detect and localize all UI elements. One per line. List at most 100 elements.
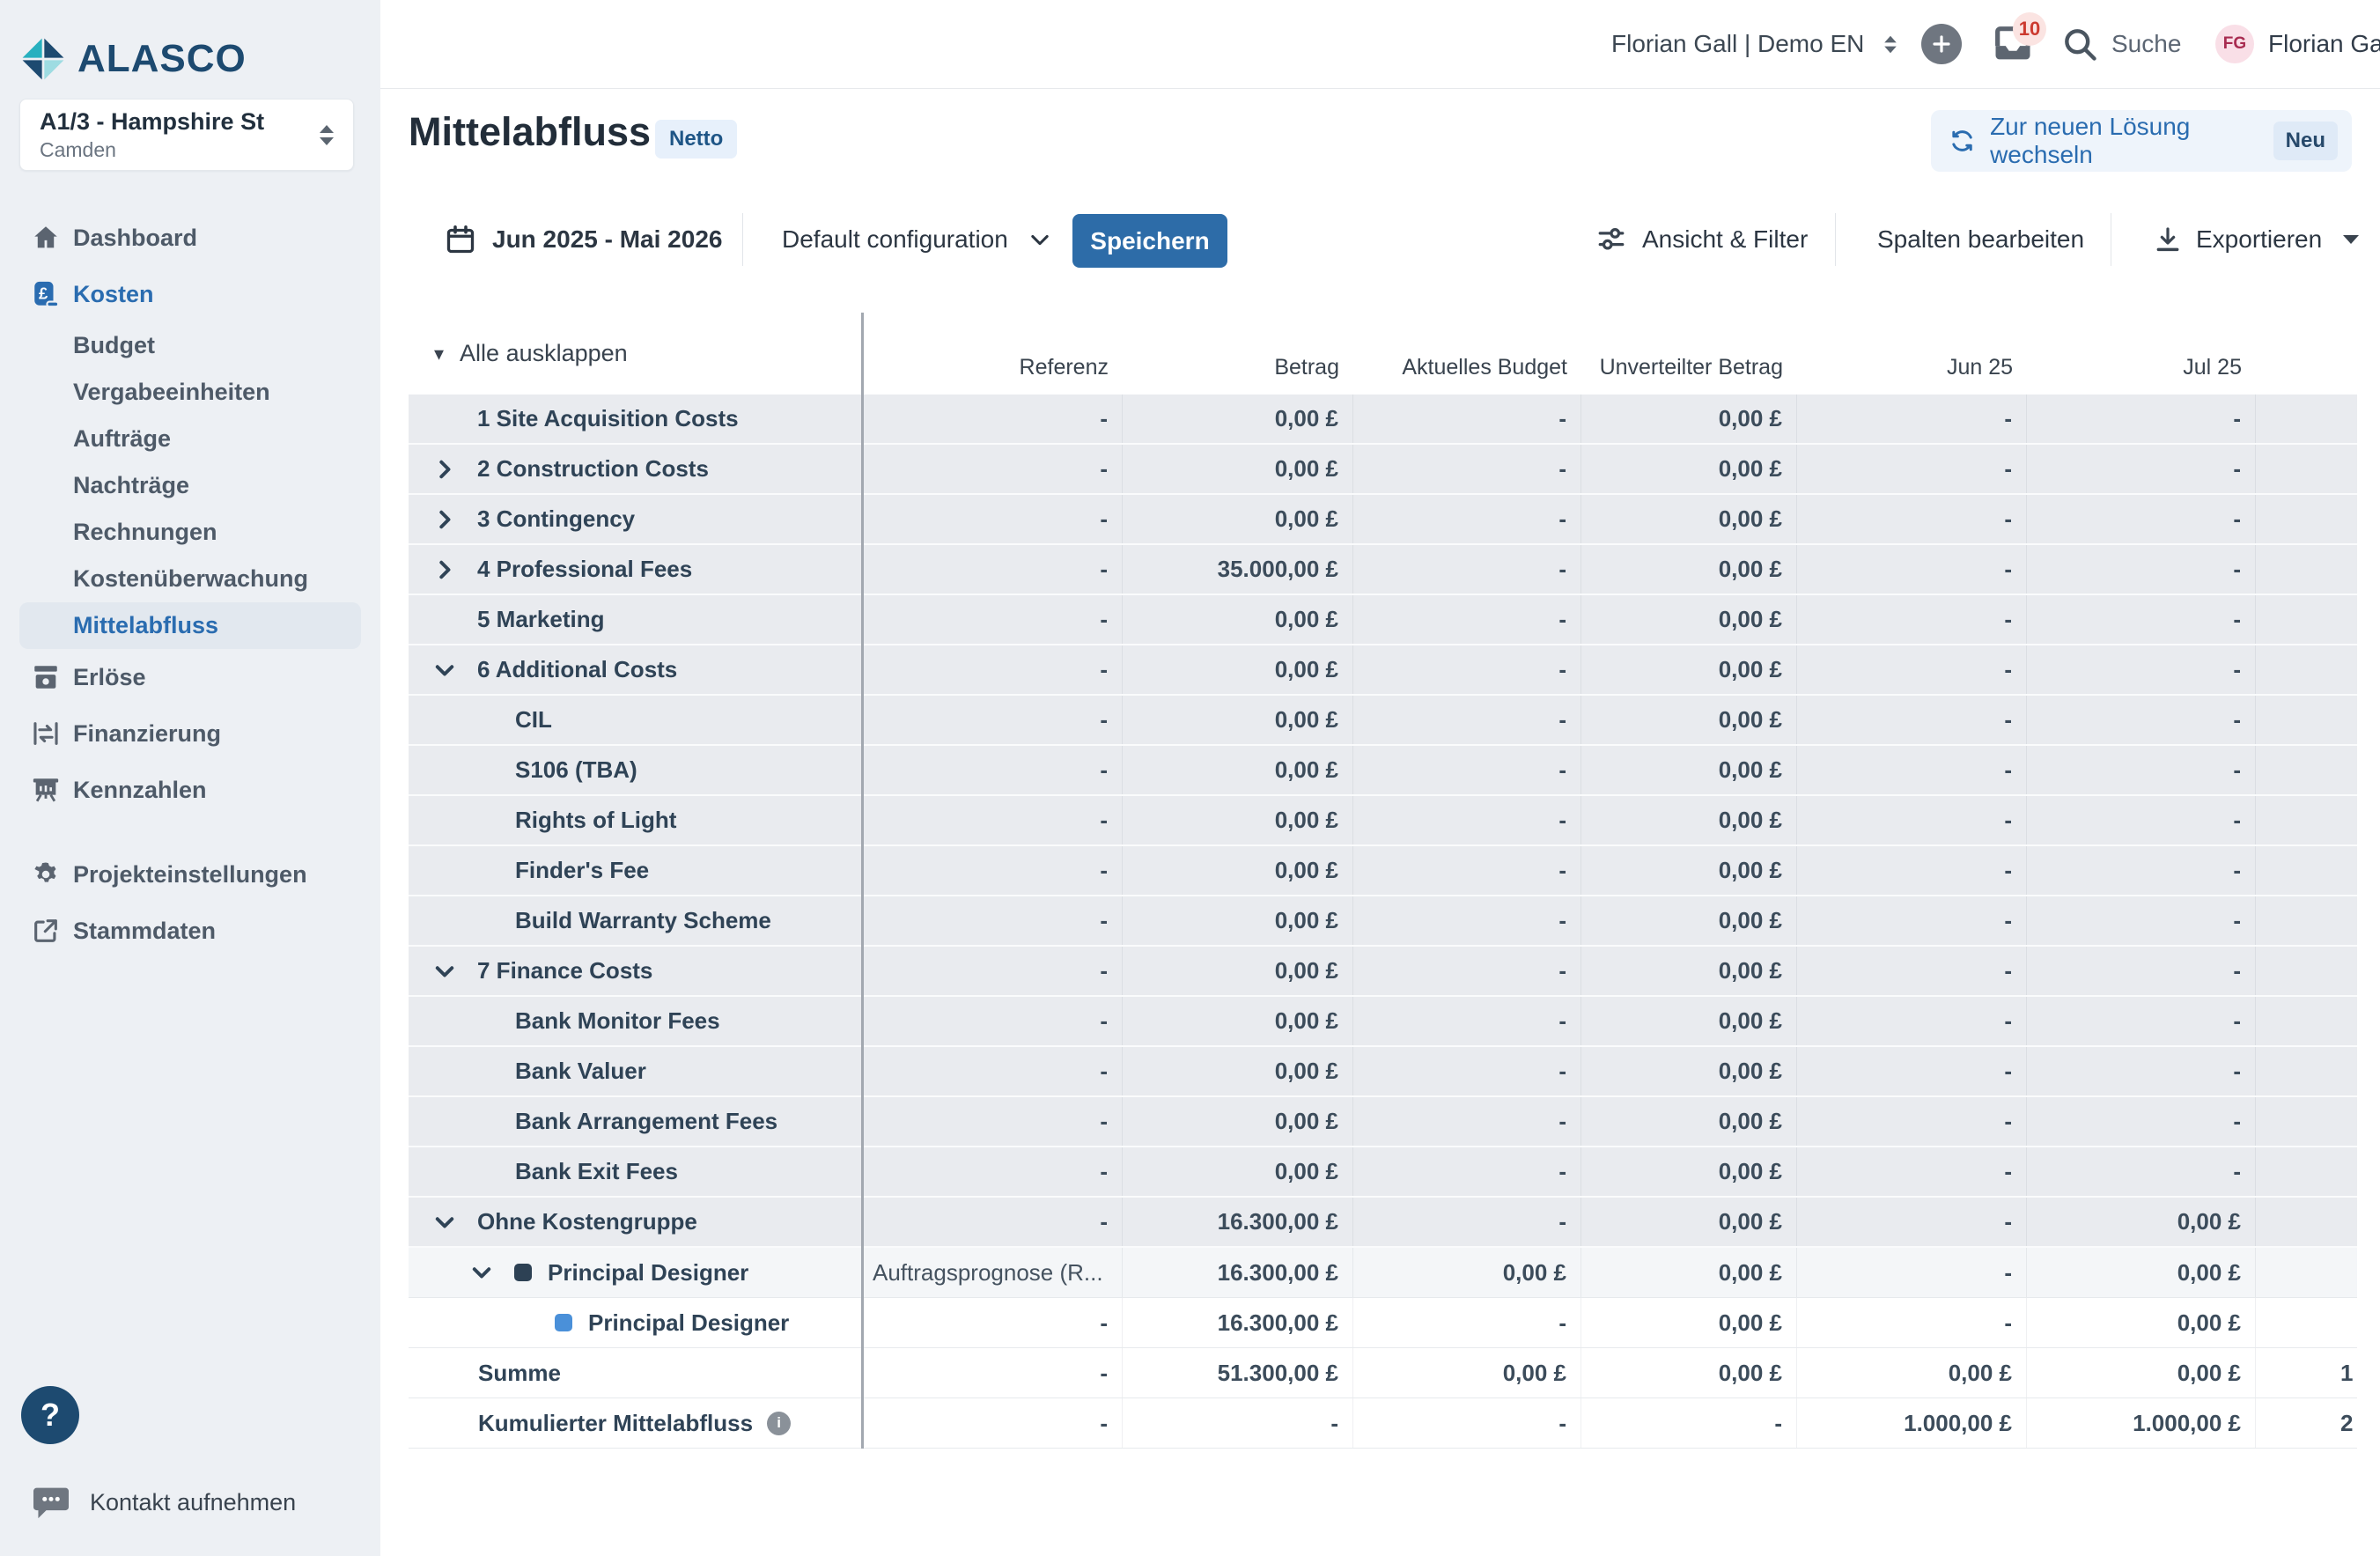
sliders-icon — [1596, 225, 1626, 254]
row-label: Build Warranty Scheme — [515, 907, 771, 934]
cell-partial — [2256, 896, 2357, 945]
configuration-label: Default configuration — [782, 225, 1008, 254]
column-header-betrag[interactable]: Betrag — [1123, 313, 1353, 395]
user-menu[interactable]: FG Florian Gall — [2215, 0, 2380, 88]
sidebar-item-kosten-berwachung[interactable]: Kostenüberwachung — [0, 556, 380, 602]
sidebar-item-label: Stammdaten — [73, 918, 216, 945]
table-row-bank-monitor-fees[interactable]: Bank Monitor Fees-0,00 £-0,00 £-- — [409, 997, 2357, 1047]
table-row-ohne-kostengruppe[interactable]: Ohne Kostengruppe-16.300,00 £-0,00 £-0,0… — [409, 1198, 2357, 1248]
table-row-kumulierter-mittelabfluss[interactable]: Kumulierter Mittelabflussi----1.000,00 £… — [409, 1398, 2357, 1449]
table-row-rights-of-light[interactable]: Rights of Light-0,00 £-0,00 £-- — [409, 796, 2357, 846]
sidebar-item-auftr-ge[interactable]: Aufträge — [0, 416, 380, 462]
switch-solution-link[interactable]: Zur neuen Lösung wechseln Neu — [1931, 110, 2352, 172]
column-header-jun-25[interactable]: Jun 25 — [1797, 313, 2027, 395]
sidebar-item-stammdaten[interactable]: Stammdaten — [0, 903, 380, 959]
sidebar-item-label: Erlöse — [73, 664, 146, 691]
help-button[interactable]: ? — [21, 1386, 79, 1444]
chevron-right-icon[interactable] — [434, 559, 455, 580]
table-row-7-finance-costs[interactable]: 7 Finance Costs-0,00 £-0,00 £-- — [409, 947, 2357, 997]
create-button[interactable] — [1921, 0, 1962, 88]
cell-referenz: - — [861, 545, 1123, 594]
sidebar-item-kosten[interactable]: £Kosten — [0, 266, 380, 322]
cell-referenz: - — [861, 1097, 1123, 1146]
table-row-1-site-acquisition-costs[interactable]: 1 Site Acquisition Costs-0,00 £-0,00 £-- — [409, 395, 2357, 445]
cell-partial: 1 — [2256, 1348, 2357, 1397]
row-label: Summe — [478, 1360, 561, 1387]
edit-columns-button[interactable]: Spalten bearbeiten — [1877, 211, 2084, 268]
column-header-jul-25[interactable]: Jul 25 — [2027, 313, 2256, 395]
sidebar-item-budget[interactable]: Budget — [0, 322, 380, 369]
cell-jun-25: - — [1797, 1097, 2027, 1146]
contact-button[interactable]: Kontakt aufnehmen — [32, 1485, 296, 1520]
table-row-principal-designer[interactable]: Principal Designer-16.300,00 £-0,00 £-0,… — [409, 1298, 2357, 1348]
cell-unverteilter-betrag: 0,00 £ — [1581, 1097, 1797, 1146]
export-button[interactable]: Exportieren — [2154, 211, 2359, 268]
table-row-finder-s-fee[interactable]: Finder's Fee-0,00 £-0,00 £-- — [409, 846, 2357, 896]
chevron-down-icon[interactable] — [471, 1262, 492, 1283]
table-row-bank-valuer[interactable]: Bank Valuer-0,00 £-0,00 £-- — [409, 1047, 2357, 1097]
search-button[interactable]: Suche — [2060, 0, 2181, 88]
cell-referenz: - — [861, 947, 1123, 995]
sidebar-item-kennzahlen[interactable]: Kennzahlen — [0, 762, 380, 818]
table-row-4-professional-fees[interactable]: 4 Professional Fees-35.000,00 £-0,00 £-- — [409, 545, 2357, 595]
row-label: Finder's Fee — [515, 857, 649, 884]
chevron-down-icon — [2343, 235, 2359, 244]
chevron-down-icon[interactable] — [434, 961, 455, 982]
table-row-5-marketing[interactable]: 5 Marketing-0,00 £-0,00 £-- — [409, 595, 2357, 645]
chevron-right-icon[interactable] — [434, 459, 455, 480]
cell-partial: 2 — [2256, 1398, 2357, 1448]
column-header-aktuelles-budget[interactable]: Aktuelles Budget — [1353, 313, 1581, 395]
info-icon[interactable]: i — [767, 1412, 791, 1435]
cell-aktuelles-budget: - — [1353, 1047, 1581, 1095]
sidebar-item-label: Rechnungen — [73, 519, 217, 546]
table-row-3-contingency[interactable]: 3 Contingency-0,00 £-0,00 £-- — [409, 495, 2357, 545]
column-header-referenz[interactable]: Referenz — [861, 313, 1123, 395]
chevron-down-icon[interactable] — [434, 1212, 455, 1233]
cell-unverteilter-betrag: 0,00 £ — [1581, 445, 1797, 493]
sidebar-item-rechnungen[interactable]: Rechnungen — [0, 509, 380, 556]
row-tree-cell: 3 Contingency — [409, 495, 861, 543]
table-row-s106-tba[interactable]: S106 (TBA)-0,00 £-0,00 £-- — [409, 746, 2357, 796]
column-header-unverteilter-betrag[interactable]: Unverteilter Betrag — [1581, 313, 1797, 395]
notifications-button[interactable]: 10 — [1990, 0, 2036, 88]
expand-all-button[interactable]: ▾Alle ausklappen — [434, 340, 628, 367]
workspace-label: Florian Gall | Demo EN — [1611, 30, 1864, 58]
sidebar-item-dashboard[interactable]: Dashboard — [0, 210, 380, 266]
row-label: 5 Marketing — [477, 606, 605, 633]
sidebar-item-label: Kostenüberwachung — [73, 565, 308, 593]
workspace-switcher[interactable]: Florian Gall | Demo EN — [1611, 0, 1897, 88]
cell-aktuelles-budget: - — [1353, 1198, 1581, 1246]
table-row-bank-exit-fees[interactable]: Bank Exit Fees-0,00 £-0,00 £-- — [409, 1147, 2357, 1198]
table-row-build-warranty-scheme[interactable]: Build Warranty Scheme-0,00 £-0,00 £-- — [409, 896, 2357, 947]
chevron-down-icon[interactable] — [434, 660, 455, 681]
chevron-right-icon[interactable] — [434, 509, 455, 530]
sidebar-item-label: Nachträge — [73, 472, 189, 499]
save-button[interactable]: Speichern — [1072, 214, 1227, 268]
date-range-picker[interactable]: Jun 2025 - Mai 2026 — [445, 211, 722, 268]
table-row-bank-arrangement-fees[interactable]: Bank Arrangement Fees-0,00 £-0,00 £-- — [409, 1097, 2357, 1147]
cell-partial — [2256, 645, 2357, 694]
table-row-principal-designer[interactable]: Principal DesignerAuftragsprognose (R...… — [409, 1248, 2357, 1298]
cell-partial — [2256, 796, 2357, 844]
column-resize-divider[interactable] — [861, 313, 864, 1449]
table-row-summe[interactable]: Summe-51.300,00 £0,00 £0,00 £0,00 £0,00 … — [409, 1348, 2357, 1398]
kpi-icon — [30, 775, 62, 805]
project-selector[interactable]: A1/3 - Hampshire St Camden — [19, 99, 354, 171]
sidebar-item-projekteinstellungen[interactable]: Projekteinstellungen — [0, 846, 380, 903]
table-row-2-construction-costs[interactable]: 2 Construction Costs-0,00 £-0,00 £-- — [409, 445, 2357, 495]
cell-betrag: 0,00 £ — [1123, 846, 1353, 895]
sidebar-item-erl-se[interactable]: Erlöse — [0, 649, 380, 705]
sidebar-item-nachtr-ge[interactable]: Nachträge — [0, 462, 380, 509]
configuration-dropdown[interactable]: Default configuration — [782, 211, 1052, 268]
cell-unverteilter-betrag: 0,00 £ — [1581, 1248, 1797, 1297]
table-row-cil[interactable]: CIL-0,00 £-0,00 £-- — [409, 696, 2357, 746]
table-row-6-additional-costs[interactable]: 6 Additional Costs-0,00 £-0,00 £-- — [409, 645, 2357, 696]
view-filter-button[interactable]: Ansicht & Filter — [1596, 211, 1808, 268]
sidebar-item-mittelabfluss[interactable]: Mittelabfluss — [19, 602, 361, 649]
cell-jun-25: - — [1797, 896, 2027, 945]
cell-betrag: 0,00 £ — [1123, 696, 1353, 744]
sidebar-item-finanzierung[interactable]: Finanzierung — [0, 705, 380, 762]
cell-jun-25: - — [1797, 595, 2027, 644]
sidebar-item-vergabeeinheiten[interactable]: Vergabeeinheiten — [0, 369, 380, 416]
row-tree-cell: Ohne Kostengruppe — [409, 1198, 861, 1246]
